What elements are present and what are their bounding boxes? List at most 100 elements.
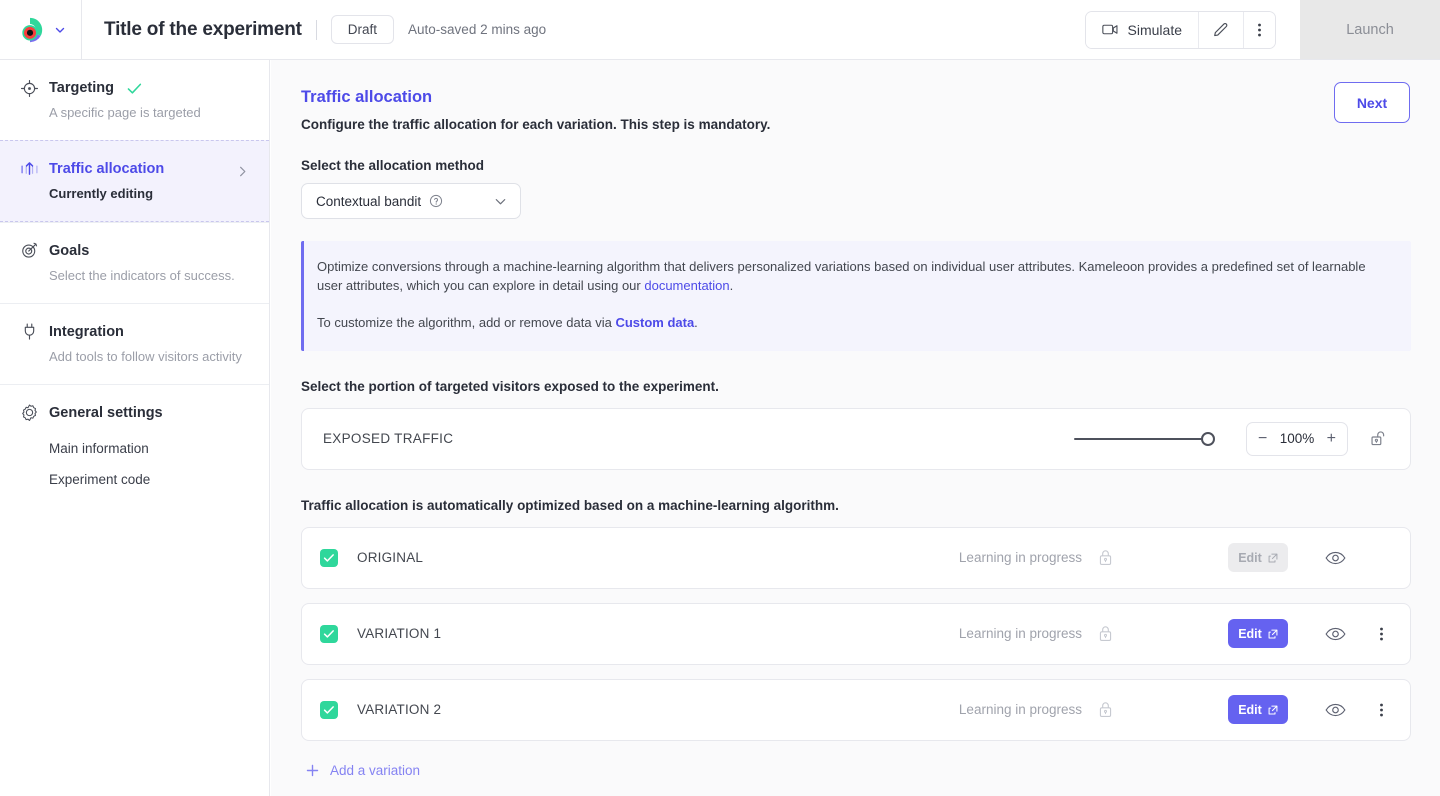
page-title: Traffic allocation <box>301 88 433 106</box>
exposed-traffic-stepper: − 100% + <box>1246 421 1348 456</box>
sidebar-item-header: Integration <box>20 322 249 342</box>
sidebar: Targeting A specific page is targeted Tr… <box>0 60 270 796</box>
variation-more-button[interactable] <box>1372 623 1390 645</box>
variation-preview-button[interactable] <box>1324 547 1346 569</box>
check-icon <box>127 83 142 94</box>
allocation-method-label: Select the allocation method <box>301 158 485 173</box>
main-content: Next Traffic allocation Configure the tr… <box>271 60 1440 796</box>
variation-edit-button[interactable]: Edit <box>1228 619 1288 649</box>
slider-track <box>1074 437 1214 440</box>
question-circle-icon[interactable] <box>429 194 443 208</box>
allocation-method-select[interactable]: Contextual bandit <box>301 183 521 219</box>
sidebar-item-header: Targeting <box>20 78 249 98</box>
video-camera-icon <box>1101 24 1118 35</box>
experiment-title: Title of the experiment <box>104 18 302 40</box>
slider-handle[interactable] <box>1201 431 1215 446</box>
custom-data-link[interactable]: Custom data <box>615 315 694 330</box>
add-variation-button[interactable]: Add a variation <box>306 763 420 778</box>
goal-target-icon <box>22 242 38 258</box>
sidebar-item-label: General settings <box>49 404 163 421</box>
edit-button[interactable] <box>1199 11 1244 48</box>
chevron-down-icon <box>495 198 506 204</box>
variation-preview-button[interactable] <box>1324 699 1346 721</box>
status-badge[interactable]: Draft <box>330 14 395 45</box>
variation-status: Learning in progress <box>958 550 1082 566</box>
plug-icon <box>24 323 35 340</box>
sidebar-item-integration[interactable]: Integration Add tools to follow visitors… <box>0 302 269 384</box>
variation-name: ORIGINAL <box>357 550 424 566</box>
exposed-traffic-label: EXPOSED TRAFFIC <box>323 431 454 447</box>
exposed-traffic-slider[interactable] <box>1074 431 1215 446</box>
sidebar-item-general-settings[interactable]: General settings <box>0 383 269 433</box>
sidebar-item-traffic-allocation[interactable]: Traffic allocation Currently editing <box>0 139 269 222</box>
exposed-traffic-controls: − 100% + <box>1074 421 1390 456</box>
variation-edit-button: Edit <box>1228 543 1288 573</box>
exposed-traffic-value[interactable]: 100% <box>1280 431 1315 446</box>
simulate-button[interactable]: Simulate <box>1085 11 1199 48</box>
info-paragraph-1: Optimize conversions through a machine-l… <box>317 258 1391 296</box>
variation-lock-button[interactable] <box>1098 701 1114 719</box>
sidebar-sublink-main-information[interactable]: Main information <box>0 433 269 464</box>
check-icon <box>323 553 334 562</box>
variation-checkbox[interactable] <box>320 548 338 567</box>
sidebar-item-subtitle: Add tools to follow visitors activity <box>49 348 242 364</box>
kebab-placeholder <box>1372 547 1390 569</box>
eye-icon <box>1324 551 1346 564</box>
top-bar: Title of the experiment Draft Auto-saved… <box>0 0 1440 60</box>
topbar-action-group: Simulate <box>1084 10 1276 49</box>
documentation-link[interactable]: documentation <box>644 278 729 293</box>
brand-area[interactable] <box>0 0 82 59</box>
sidebar-item-goals[interactable]: Goals Select the indicators of success. <box>0 221 269 303</box>
next-button[interactable]: Next <box>1334 82 1410 123</box>
crosshair-icon <box>20 79 39 97</box>
exposed-traffic-panel: EXPOSED TRAFFIC − 100% + <box>301 407 1411 470</box>
sidebar-item-subtitle: A specific page is targeted <box>49 105 201 120</box>
external-link-icon <box>1268 629 1278 639</box>
sidebar-item-targeting[interactable]: Targeting A specific page is targeted <box>0 60 269 140</box>
variation-edit-label: Edit <box>1238 702 1262 717</box>
gear-icon <box>22 404 37 422</box>
launch-button[interactable]: Launch <box>1300 0 1440 59</box>
exposure-label: Select the portion of targeted visitors … <box>301 378 719 394</box>
decrement-button[interactable]: − <box>1258 430 1267 447</box>
variation-edit-label: Edit <box>1238 550 1262 565</box>
sidebar-sublink-experiment-code[interactable]: Experiment code <box>0 464 269 495</box>
variation-row: VARIATION 1 Learning in progress Edit <box>301 602 1411 665</box>
variation-preview-button[interactable] <box>1324 623 1346 645</box>
padlock-closed-icon <box>1099 626 1112 642</box>
sidebar-item-label: Traffic allocation <box>49 160 165 177</box>
variation-checkbox[interactable] <box>320 624 338 643</box>
exposed-traffic-lock-button[interactable] <box>1368 429 1388 449</box>
sidebar-item-label: Goals <box>49 242 90 259</box>
traffic-allocation-icon <box>21 162 38 176</box>
sidebar-item-subtitle: Currently editing <box>49 185 154 201</box>
check-icon <box>323 705 334 714</box>
variation-row: VARIATION 2 Learning in progress Edit <box>301 678 1411 741</box>
variation-lock-button[interactable] <box>1098 549 1114 567</box>
sidebar-item-header: General settings <box>20 403 249 423</box>
variation-checkbox[interactable] <box>320 700 338 719</box>
eye-icon <box>1324 627 1346 640</box>
info-text-2a: To customize the algorithm, add or remov… <box>317 314 616 330</box>
pencil-icon <box>1214 22 1228 36</box>
padlock-closed-icon <box>1099 702 1112 718</box>
variation-lock-button[interactable] <box>1098 625 1114 643</box>
sidebar-item-label: Targeting <box>49 80 114 96</box>
variation-more-button[interactable] <box>1372 699 1390 721</box>
sidebar-item-subtitle: Select the indicators of success. <box>49 267 235 283</box>
variation-edit-button[interactable]: Edit <box>1228 695 1288 725</box>
check-icon <box>323 629 334 638</box>
allocation-note: Traffic allocation is automatically opti… <box>301 497 839 513</box>
variation-row: ORIGINAL Learning in progress Edit <box>301 526 1411 589</box>
info-text-1a: Optimize conversions through a machine-l… <box>317 259 1366 293</box>
variation-name: VARIATION 2 <box>357 702 442 718</box>
external-link-icon <box>1268 553 1278 563</box>
info-text-1b: . <box>729 277 734 293</box>
kameleoon-logo <box>21 17 42 42</box>
more-options-button[interactable] <box>1244 11 1275 48</box>
autosave-status: Auto-saved 2 mins ago <box>408 22 547 37</box>
simulate-label: Simulate <box>1127 21 1182 38</box>
increment-button[interactable]: + <box>1327 430 1336 447</box>
title-divider <box>315 19 317 40</box>
